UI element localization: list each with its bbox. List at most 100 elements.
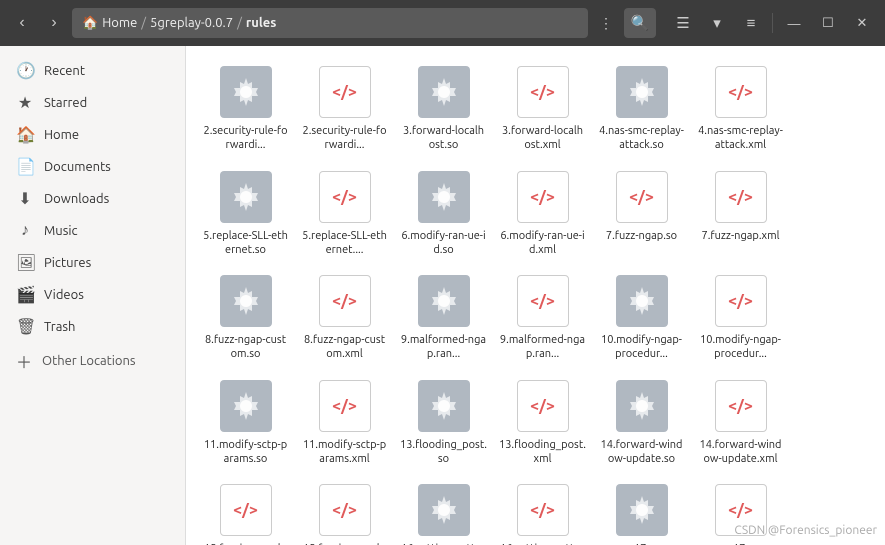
file-icon-wrap: </> xyxy=(515,169,571,225)
file-item[interactable]: </>13.flooding_post.xml xyxy=(495,372,590,473)
music-icon: ♪ xyxy=(16,221,34,240)
file-label: 8.fuzz-ngap-custom.so xyxy=(202,333,289,362)
file-icon-wrap xyxy=(218,64,274,120)
sidebar-item-music[interactable]: ♪ Music xyxy=(4,215,181,246)
file-label: 10.modify-ngap-procedur... xyxy=(598,333,685,362)
gear-icon xyxy=(616,380,668,432)
xml-icon: </> xyxy=(319,380,371,432)
file-item[interactable]: </>15.fuzzing_payload.so xyxy=(198,476,293,545)
xml-icon: </> xyxy=(517,171,569,223)
xml-icon: </> xyxy=(319,171,371,223)
gear-icon xyxy=(418,66,470,118)
file-item[interactable]: 2.security-rule-forwardi... xyxy=(198,58,293,159)
breadcrumb-sep2: / xyxy=(237,16,242,30)
sidebar-item-downloads[interactable]: ⬇ Downloads xyxy=(4,183,181,214)
xml-icon: </> xyxy=(715,484,767,536)
more-options-button[interactable]: ⋮ xyxy=(592,9,620,37)
file-item[interactable]: 16.settings_attack.so xyxy=(396,476,491,545)
menu-button[interactable]: ≡ xyxy=(736,9,766,37)
file-item[interactable]: </>14.forward-window-update.xml xyxy=(693,372,788,473)
file-item[interactable]: 6.modify-ran-ue-id.so xyxy=(396,163,491,264)
file-icon-wrap: </> xyxy=(515,378,571,434)
file-item[interactable]: 13.flooding_post.so xyxy=(396,372,491,473)
file-item[interactable]: 17. xyxy=(594,476,689,545)
sidebar-item-pictures[interactable]: 🖼 Pictures xyxy=(4,247,181,278)
file-item[interactable]: 5.replace-SLL-ethernet.so xyxy=(198,163,293,264)
xml-icon: </> xyxy=(715,66,767,118)
file-label: 14.forward-window-update.so xyxy=(598,438,685,467)
file-label: 3.forward-localhost.xml xyxy=(499,124,586,153)
xml-icon: </> xyxy=(517,66,569,118)
xml-icon: </> xyxy=(319,484,371,536)
file-item[interactable]: </>10.modify-ngap-procedur... xyxy=(693,267,788,368)
file-label: 14.forward-window-update.xml xyxy=(697,438,784,467)
file-area: 2.security-rule-forwardi...</>2.security… xyxy=(186,46,885,545)
file-icon-wrap: </> xyxy=(515,482,571,538)
breadcrumb-home[interactable]: Home xyxy=(102,16,137,30)
sidebar-item-recent[interactable]: 🕐 Recent xyxy=(4,55,181,86)
file-item[interactable]: </>8.fuzz-ngap-custom.xml xyxy=(297,267,392,368)
forward-button[interactable]: › xyxy=(40,9,68,37)
maximize-button[interactable]: ☐ xyxy=(813,9,843,37)
sort-button[interactable]: ▾ xyxy=(702,9,732,37)
file-label: 9.malformed-ngap.ran... xyxy=(400,333,487,362)
titlebar-controls: ☰ ▾ ≡ — ☐ ✕ xyxy=(668,9,877,37)
file-item[interactable]: </>15.fuzzing_payload.xml xyxy=(297,476,392,545)
file-icon-wrap xyxy=(416,273,472,329)
close-button[interactable]: ✕ xyxy=(847,9,877,37)
sidebar-item-home[interactable]: 🏠 Home xyxy=(4,119,181,150)
xml-icon: </> xyxy=(616,171,668,223)
sidebar-label-recent: Recent xyxy=(44,64,85,78)
trash-icon: 🗑 xyxy=(16,317,34,336)
file-item[interactable]: 10.modify-ngap-procedur... xyxy=(594,267,689,368)
file-item[interactable]: </>6.modify-ran-ue-id.xml xyxy=(495,163,590,264)
file-label: 11.modify-sctp-params.so xyxy=(202,438,289,467)
file-item[interactable]: 11.modify-sctp-params.so xyxy=(198,372,293,473)
file-item[interactable]: </>7.fuzz-ngap.so xyxy=(594,163,689,264)
gear-icon xyxy=(220,275,272,327)
file-item[interactable]: </>2.security-rule-forwardi... xyxy=(297,58,392,159)
pictures-icon: 🖼 xyxy=(16,253,34,272)
file-item[interactable]: 4.nas-smc-replay-attack.so xyxy=(594,58,689,159)
file-item[interactable]: </>4.nas-smc-replay-attack.xml xyxy=(693,58,788,159)
file-icon-wrap xyxy=(218,378,274,434)
file-label: 13.flooding_post.so xyxy=(400,438,487,467)
sidebar-label-home: Home xyxy=(44,128,79,142)
gear-icon xyxy=(616,484,668,536)
sidebar-item-other-locations[interactable]: ＋ Other Locations xyxy=(4,343,181,379)
file-item[interactable]: </>16.settings_attack.xml xyxy=(495,476,590,545)
sidebar-item-videos[interactable]: 🎬 Videos xyxy=(4,279,181,310)
gear-icon xyxy=(220,66,272,118)
file-item[interactable]: 3.forward-localhost.so xyxy=(396,58,491,159)
sidebar-label-downloads: Downloads xyxy=(44,192,109,206)
file-item[interactable]: </>9.malformed-ngap.ran... xyxy=(495,267,590,368)
gear-icon xyxy=(220,380,272,432)
file-icon-wrap xyxy=(218,169,274,225)
breadcrumb-folder1[interactable]: 5greplay-0.0.7 xyxy=(150,16,233,30)
minimize-button[interactable]: — xyxy=(779,9,809,37)
file-label: 7.fuzz-ngap.xml xyxy=(701,229,779,243)
file-icon-wrap xyxy=(416,64,472,120)
view-button[interactable]: ☰ xyxy=(668,9,698,37)
file-item[interactable]: 14.forward-window-update.so xyxy=(594,372,689,473)
gear-icon xyxy=(418,171,470,223)
file-icon-wrap: </> xyxy=(317,169,373,225)
file-item[interactable]: </> 3.forward-localhost.xml xyxy=(495,58,590,159)
file-item[interactable]: 9.malformed-ngap.ran... xyxy=(396,267,491,368)
file-icon-wrap xyxy=(416,169,472,225)
back-button[interactable]: ‹ xyxy=(8,9,36,37)
sidebar-item-trash[interactable]: 🗑 Trash xyxy=(4,311,181,342)
gear-icon xyxy=(220,171,272,223)
file-icon-wrap: </> xyxy=(515,273,571,329)
file-item[interactable]: </>5.replace-SLL-ethernet.... xyxy=(297,163,392,264)
search-button[interactable]: 🔍 xyxy=(624,8,656,38)
sidebar-item-starred[interactable]: ★ Starred xyxy=(4,87,181,118)
file-icon-wrap: </> xyxy=(614,169,670,225)
file-item[interactable]: </>11.modify-sctp-params.xml xyxy=(297,372,392,473)
file-item[interactable]: 8.fuzz-ngap-custom.so xyxy=(198,267,293,368)
home-icon: 🏠 xyxy=(82,16,98,31)
file-item[interactable]: </>7.fuzz-ngap.xml xyxy=(693,163,788,264)
sidebar-item-documents[interactable]: 📄 Documents xyxy=(4,151,181,182)
file-item[interactable]: </>17. xyxy=(693,476,788,545)
breadcrumb-current: rules xyxy=(246,16,277,30)
